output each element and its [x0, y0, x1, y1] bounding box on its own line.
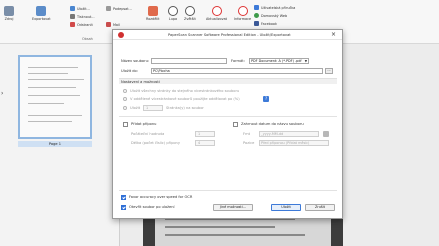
- zoom-in-icon: [168, 6, 178, 16]
- ribbon-item-print[interactable]: Tisknout...: [70, 14, 95, 19]
- position-label: Pozice: [243, 141, 255, 145]
- thumbnail-text-line: [28, 103, 64, 104]
- dialog-title: PaperScan Scanner Software Professional …: [168, 33, 291, 37]
- ribbon-item-delete[interactable]: Odstranit: [70, 22, 93, 27]
- ribbon-button-refresh[interactable]: Aktualizovat: [206, 6, 227, 21]
- browse-button[interactable]: ...: [325, 68, 333, 74]
- range-suffix-label: Stránka(y) na soubor: [166, 106, 204, 110]
- add-date-checkbox[interactable]: [233, 122, 238, 127]
- ribbon-button-split[interactable]: Rozdělit: [146, 6, 160, 21]
- open-after-save-checkbox[interactable]: [121, 205, 126, 210]
- filename-input[interactable]: [151, 58, 227, 64]
- help-book-icon: [254, 5, 259, 10]
- thumbnail-text-line: [28, 95, 80, 96]
- page-text-line: [165, 226, 275, 228]
- date-format-input[interactable]: _yyyy-MM-dd: [259, 131, 319, 137]
- save-icon: [70, 6, 75, 11]
- chevron-down-icon: ▼: [304, 59, 307, 63]
- folder-input[interactable]: PC\Plocha: [151, 68, 323, 74]
- ribbon-button-source[interactable]: Zdroj: [4, 6, 14, 21]
- filename-label: Název souboru:: [121, 59, 150, 63]
- divider: [119, 190, 337, 191]
- ribbon-item-user-guide[interactable]: Uživatelská příručka: [254, 5, 295, 10]
- export-icon: [36, 6, 47, 16]
- open-after-save-label: Otevřít soubor po uložení: [129, 205, 175, 209]
- radio-separate-label: V oddělené vícestránkové souborů použijt…: [130, 97, 240, 101]
- thumbnail-text-line: [28, 121, 72, 122]
- ribbon-item-save[interactable]: Uložit...: [70, 6, 90, 11]
- add-suffix-checkbox[interactable]: [123, 122, 128, 127]
- sign-icon: [106, 6, 111, 11]
- app-logo-icon: [118, 32, 124, 38]
- position-select[interactable]: Před příponou (Přidat měsíc): [259, 140, 329, 146]
- more-options-button[interactable]: Jiné možnosti...: [213, 204, 253, 211]
- scanner-icon: [4, 6, 14, 16]
- facebook-icon: [254, 21, 259, 26]
- add-date-label: Zahrnout datum do názvu souboru: [241, 122, 304, 126]
- thumbnail-text-line: [28, 73, 68, 74]
- favor-accuracy-label: Favor accuracy over speed for OCR: [129, 195, 193, 199]
- start-value-stepper[interactable]: 1: [195, 131, 215, 137]
- divider: [119, 116, 337, 117]
- ribbon-button-zoom[interactable]: Zvětšit: [184, 6, 196, 21]
- favor-accuracy-checkbox[interactable]: [121, 195, 126, 200]
- ribbon-item-mail[interactable]: Mail: [106, 22, 120, 27]
- ribbon-group-label: Obsah: [82, 37, 93, 41]
- format-select-value: PDF Document: A (*.PDF) .pdf: [251, 59, 302, 63]
- ribbon-button-export[interactable]: Exportovat: [32, 6, 51, 21]
- ribbon-item-sign[interactable]: Podepsat...: [106, 6, 132, 11]
- split-icon: [147, 6, 158, 16]
- mail-icon: [106, 22, 111, 27]
- ribbon-button-magnifier[interactable]: Lupa: [168, 6, 178, 21]
- thumbnail-text-line: [28, 79, 84, 80]
- refresh-icon: [211, 6, 222, 16]
- collapse-panel-icon[interactable]: ›: [1, 90, 3, 97]
- section-header-settings: Nastavení a možnosti: [119, 78, 337, 84]
- page-thumbnail-label: Page 1: [18, 141, 92, 147]
- digits-stepper[interactable]: 4: [195, 140, 215, 146]
- radio-save-all-label: Uložit všechny stránky do stejného víces…: [130, 89, 240, 93]
- format-select[interactable]: PDF Document: A (*.PDF) .pdf ▼: [249, 58, 309, 64]
- thumbnail-text-line: [28, 115, 82, 116]
- range-stepper[interactable]: 1: [143, 105, 163, 111]
- delete-icon: [70, 22, 75, 27]
- folder-label: Uložit do:: [121, 69, 138, 73]
- close-icon[interactable]: ×: [331, 31, 336, 38]
- add-suffix-label: Přidat příponu: [131, 122, 157, 126]
- radio-save-all[interactable]: [123, 89, 127, 93]
- date-format-label: Fmt: [243, 132, 250, 136]
- radio-range[interactable]: [123, 106, 127, 110]
- cancel-button[interactable]: Zrušit: [305, 204, 335, 211]
- ribbon-item-facebook[interactable]: Facebook: [254, 21, 277, 26]
- radio-range-label: Uložit: [130, 106, 141, 110]
- page-text-line: [165, 234, 305, 236]
- zoom-icon: [184, 6, 195, 16]
- save-export-dialog: PaperScan Scanner Software Professional …: [112, 29, 343, 219]
- radio-separate[interactable]: [123, 97, 127, 101]
- info-icon: [237, 6, 248, 16]
- save-button[interactable]: Uložit: [271, 204, 301, 211]
- start-value-label: Počáteční hodnota: [131, 132, 165, 136]
- page-thumbnail[interactable]: [18, 55, 92, 139]
- digits-label: Délka (počet číslic) přípony: [131, 141, 180, 145]
- print-icon: [70, 14, 75, 19]
- globe-icon: [254, 13, 259, 18]
- thumbnail-text-line: [28, 87, 76, 88]
- thumbnail-text-line: [28, 67, 78, 68]
- ribbon-item-website[interactable]: Domovský Web: [254, 13, 287, 18]
- date-format-help-icon[interactable]: [323, 131, 329, 137]
- help-icon[interactable]: ?: [263, 96, 269, 102]
- format-label: Formát:: [231, 59, 245, 63]
- dialog-title-bar: PaperScan Scanner Software Professional …: [113, 30, 342, 40]
- ribbon-button-info[interactable]: Informace: [234, 6, 251, 21]
